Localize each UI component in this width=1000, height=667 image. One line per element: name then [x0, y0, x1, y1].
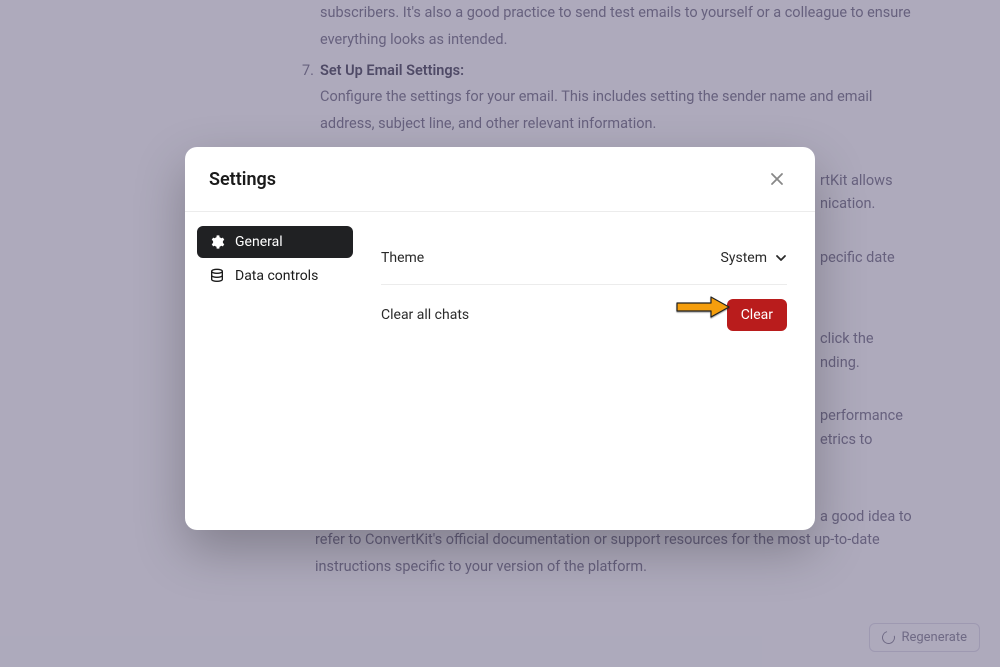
- settings-content: Theme System Clear all chats Clear: [365, 212, 815, 530]
- close-icon: [769, 171, 785, 187]
- theme-row: Theme System: [381, 232, 787, 285]
- modal-header: Settings: [185, 147, 815, 212]
- clear-chats-row: Clear all chats Clear: [381, 285, 787, 345]
- settings-modal: Settings General Data controls: [185, 147, 815, 530]
- sidebar-item-label: Data controls: [235, 268, 318, 284]
- theme-label: Theme: [381, 250, 424, 266]
- theme-select[interactable]: System: [721, 246, 787, 270]
- database-icon: [209, 268, 225, 284]
- sidebar-item-general[interactable]: General: [197, 226, 353, 258]
- modal-title: Settings: [209, 169, 276, 190]
- chevron-down-icon: [775, 252, 787, 264]
- sidebar-item-data-controls[interactable]: Data controls: [197, 260, 353, 292]
- clear-button[interactable]: Clear: [727, 299, 787, 331]
- modal-body: General Data controls Theme System: [185, 212, 815, 530]
- sidebar-item-label: General: [235, 234, 283, 250]
- close-button[interactable]: [763, 165, 791, 193]
- gear-icon: [209, 234, 225, 250]
- clear-chats-label: Clear all chats: [381, 307, 469, 323]
- theme-value: System: [721, 250, 767, 266]
- settings-sidebar: General Data controls: [185, 212, 365, 530]
